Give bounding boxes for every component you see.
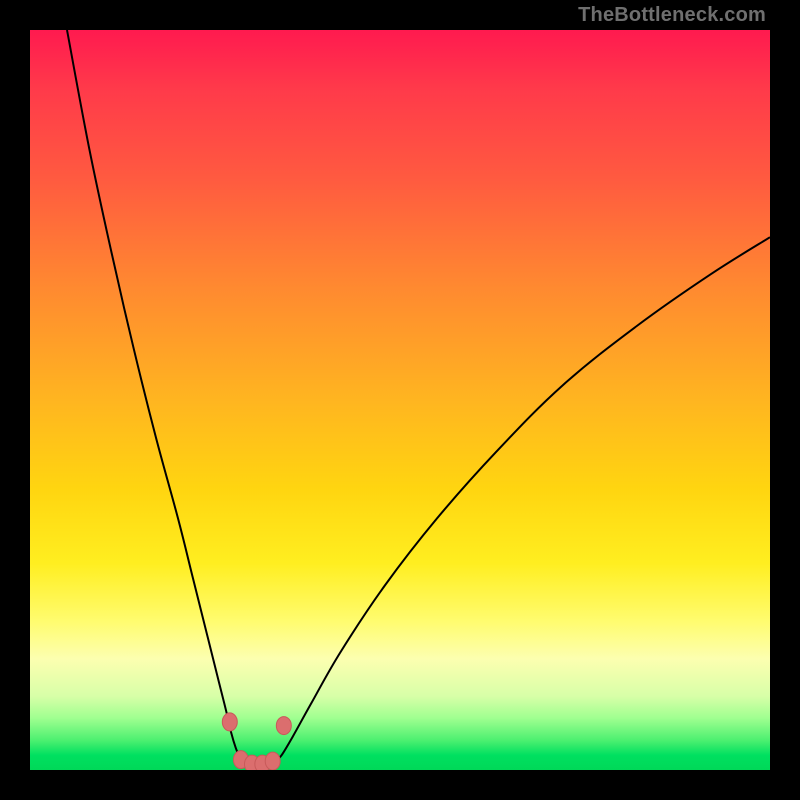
watermark-text: TheBottleneck.com [578,4,766,27]
curve-layer [30,30,770,770]
curve-marker [276,717,291,735]
plot-area [30,30,770,770]
frame-bottom [0,770,800,800]
curve-marker [222,713,237,731]
curve-marker [265,752,280,770]
frame-left [0,0,30,800]
bottleneck-curve [67,30,770,766]
frame-right [770,0,800,800]
